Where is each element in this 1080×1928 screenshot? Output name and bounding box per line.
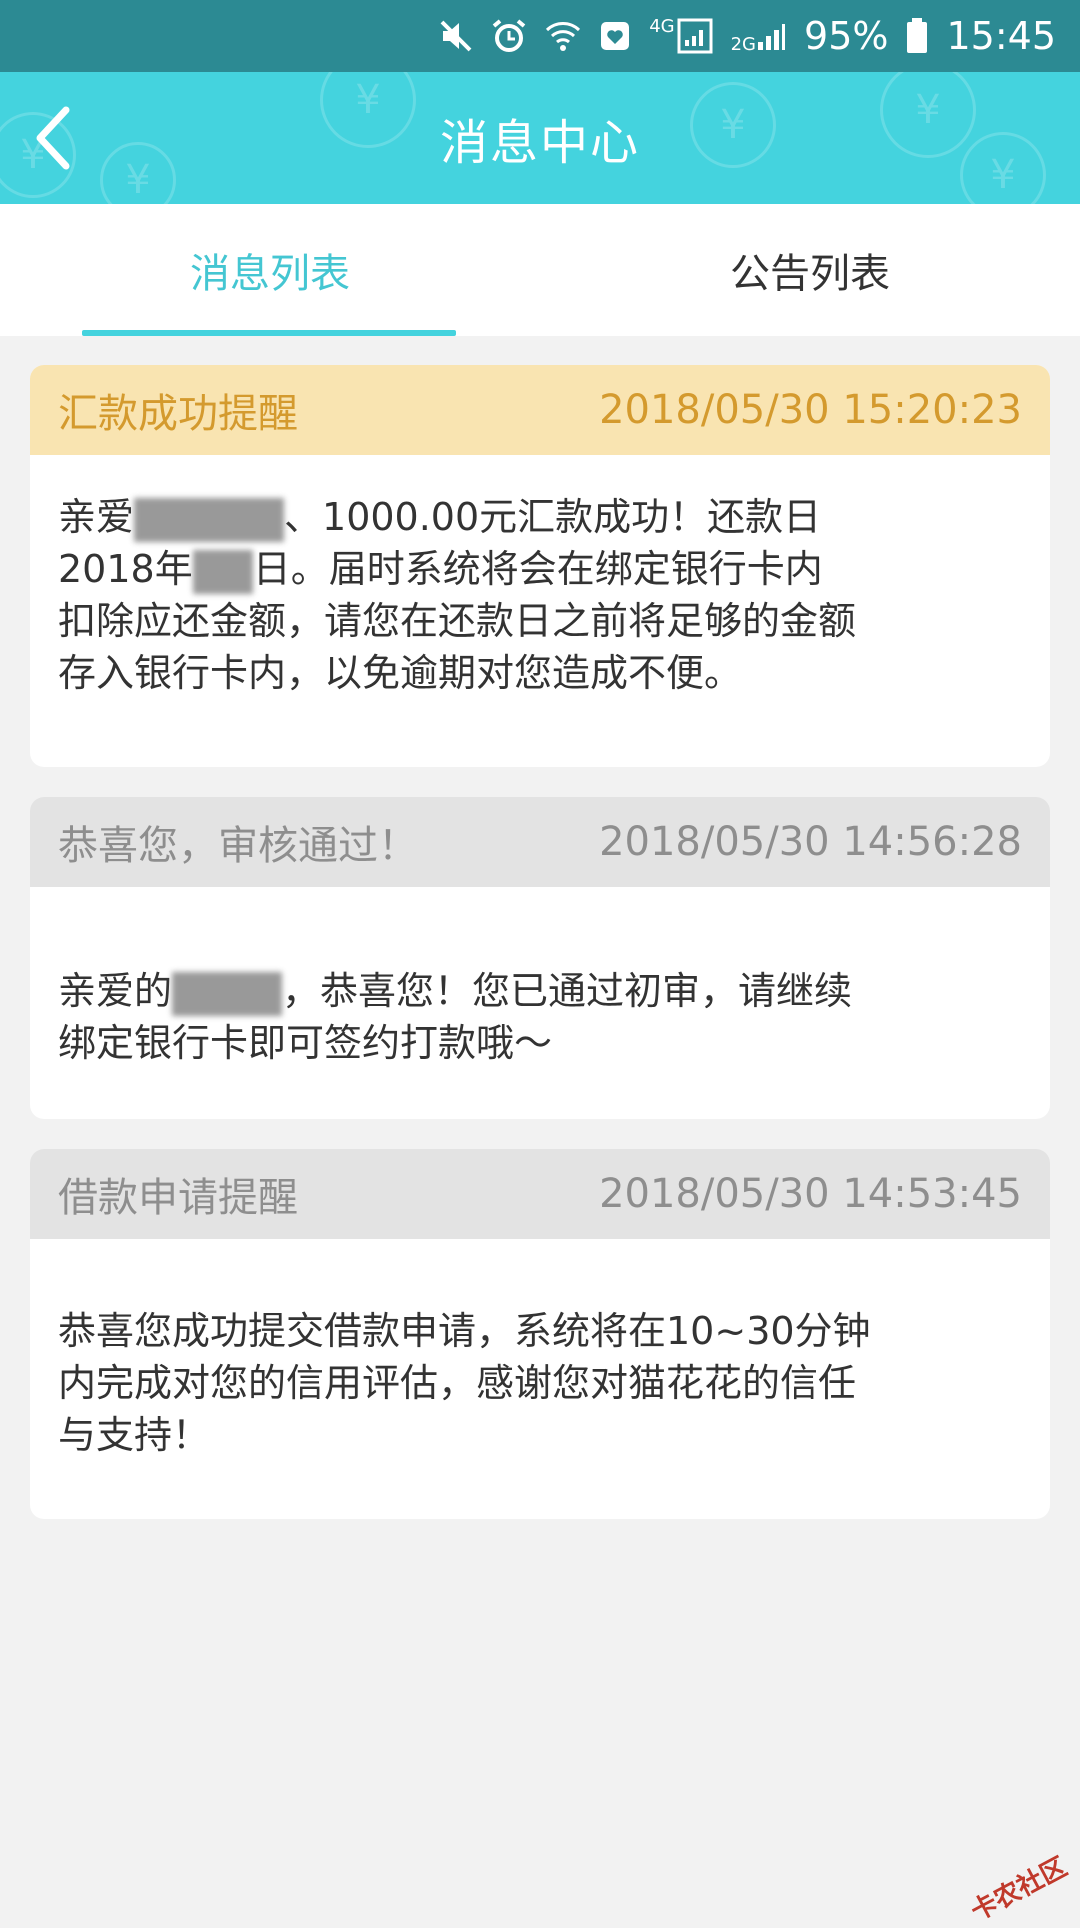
wifi-icon	[545, 18, 581, 54]
message-header: 恭喜您，审核通过！ 2018/05/30 14:56:28	[30, 797, 1050, 887]
message-line: 内完成对您的信用评估，感谢您对猫花花的信任	[58, 1357, 1022, 1409]
message-text: 亲爱	[58, 495, 134, 539]
message-text: 、1000.00元汇款成功！还款日	[284, 495, 821, 539]
message-card[interactable]: 恭喜您，审核通过！ 2018/05/30 14:56:28 亲爱的 ，恭喜您！您已…	[30, 797, 1050, 1119]
message-title: 恭喜您，审核通过！	[58, 813, 418, 871]
signal-2g-icon	[756, 20, 786, 52]
alarm-icon	[491, 18, 527, 54]
message-line: 恭喜您成功提交借款申请，系统将在10~30分钟	[58, 1305, 1022, 1357]
tab-announcement-list[interactable]: 公告列表	[540, 204, 1080, 336]
message-text: 2018年	[58, 547, 193, 591]
network-2g-label: 2G	[731, 34, 756, 55]
message-time: 2018/05/30 14:53:45	[599, 1171, 1022, 1217]
signal-icon	[677, 18, 713, 54]
tab-label: 公告列表	[730, 241, 890, 299]
notification-heart-icon	[599, 20, 631, 52]
status-bar: 4G 2G 95% 15:45	[0, 0, 1080, 72]
message-title: 借款申请提醒	[58, 1165, 298, 1223]
message-time: 2018/05/30 14:56:28	[599, 819, 1022, 865]
message-line: 亲爱的 ，恭喜您！您已通过初审，请继续	[58, 965, 1022, 1017]
app-header: ¥ ¥ ¥ ¥ ¥ ¥ 消息中心	[0, 72, 1080, 204]
message-header: 借款申请提醒 2018/05/30 14:53:45	[30, 1149, 1050, 1239]
message-line: 与支持！	[58, 1409, 1022, 1461]
redacted-text	[172, 972, 282, 1016]
message-text: 亲爱的	[58, 969, 172, 1013]
battery-percent: 95%	[804, 14, 888, 58]
redacted-text	[193, 550, 253, 594]
message-card[interactable]: 借款申请提醒 2018/05/30 14:53:45 恭喜您成功提交借款申请，系…	[30, 1149, 1050, 1519]
battery-icon	[906, 18, 928, 54]
message-line: 2018年 日。届时系统将会在绑定银行卡内	[58, 543, 1022, 595]
message-content: 亲爱 、1000.00元汇款成功！还款日 2018年 日。届时系统将会在绑定银行卡内…	[30, 455, 1050, 767]
message-line: 扣除应还金额，请您在还款日之前将足够的金额	[58, 595, 1022, 647]
message-text: 日。届时系统将会在绑定银行卡内	[253, 547, 823, 591]
message-list: 汇款成功提醒 2018/05/30 15:20:23 亲爱 、1000.00元汇款…	[30, 365, 1050, 1549]
message-line: 存入银行卡内，以免逾期对您造成不便。	[58, 647, 1022, 699]
page-title: 消息中心	[0, 72, 1080, 204]
message-text: ，恭喜您！您已通过初审，请继续	[282, 969, 852, 1013]
mute-icon	[439, 19, 473, 53]
message-line: 绑定银行卡即可签约打款哦～	[58, 1017, 1022, 1069]
message-line: 亲爱 、1000.00元汇款成功！还款日	[58, 491, 1022, 543]
message-time: 2018/05/30 15:20:23	[599, 387, 1022, 433]
clock-time: 15:45	[946, 14, 1056, 58]
network-4g-label: 4G	[649, 16, 674, 37]
tab-message-list[interactable]: 消息列表	[0, 204, 540, 336]
message-title: 汇款成功提醒	[58, 381, 298, 439]
redacted-text	[134, 498, 284, 542]
tab-label: 消息列表	[190, 241, 350, 299]
message-content: 亲爱的 ，恭喜您！您已通过初审，请继续 绑定银行卡即可签约打款哦～	[30, 887, 1050, 1119]
tab-bar: 消息列表 公告列表	[0, 204, 1080, 336]
watermark: 卡农社区	[963, 1847, 1072, 1928]
message-header: 汇款成功提醒 2018/05/30 15:20:23	[30, 365, 1050, 455]
message-card[interactable]: 汇款成功提醒 2018/05/30 15:20:23 亲爱 、1000.00元汇款…	[30, 365, 1050, 767]
active-tab-indicator	[82, 330, 456, 336]
message-content: 恭喜您成功提交借款申请，系统将在10~30分钟 内完成对您的信用评估，感谢您对猫…	[30, 1239, 1050, 1519]
